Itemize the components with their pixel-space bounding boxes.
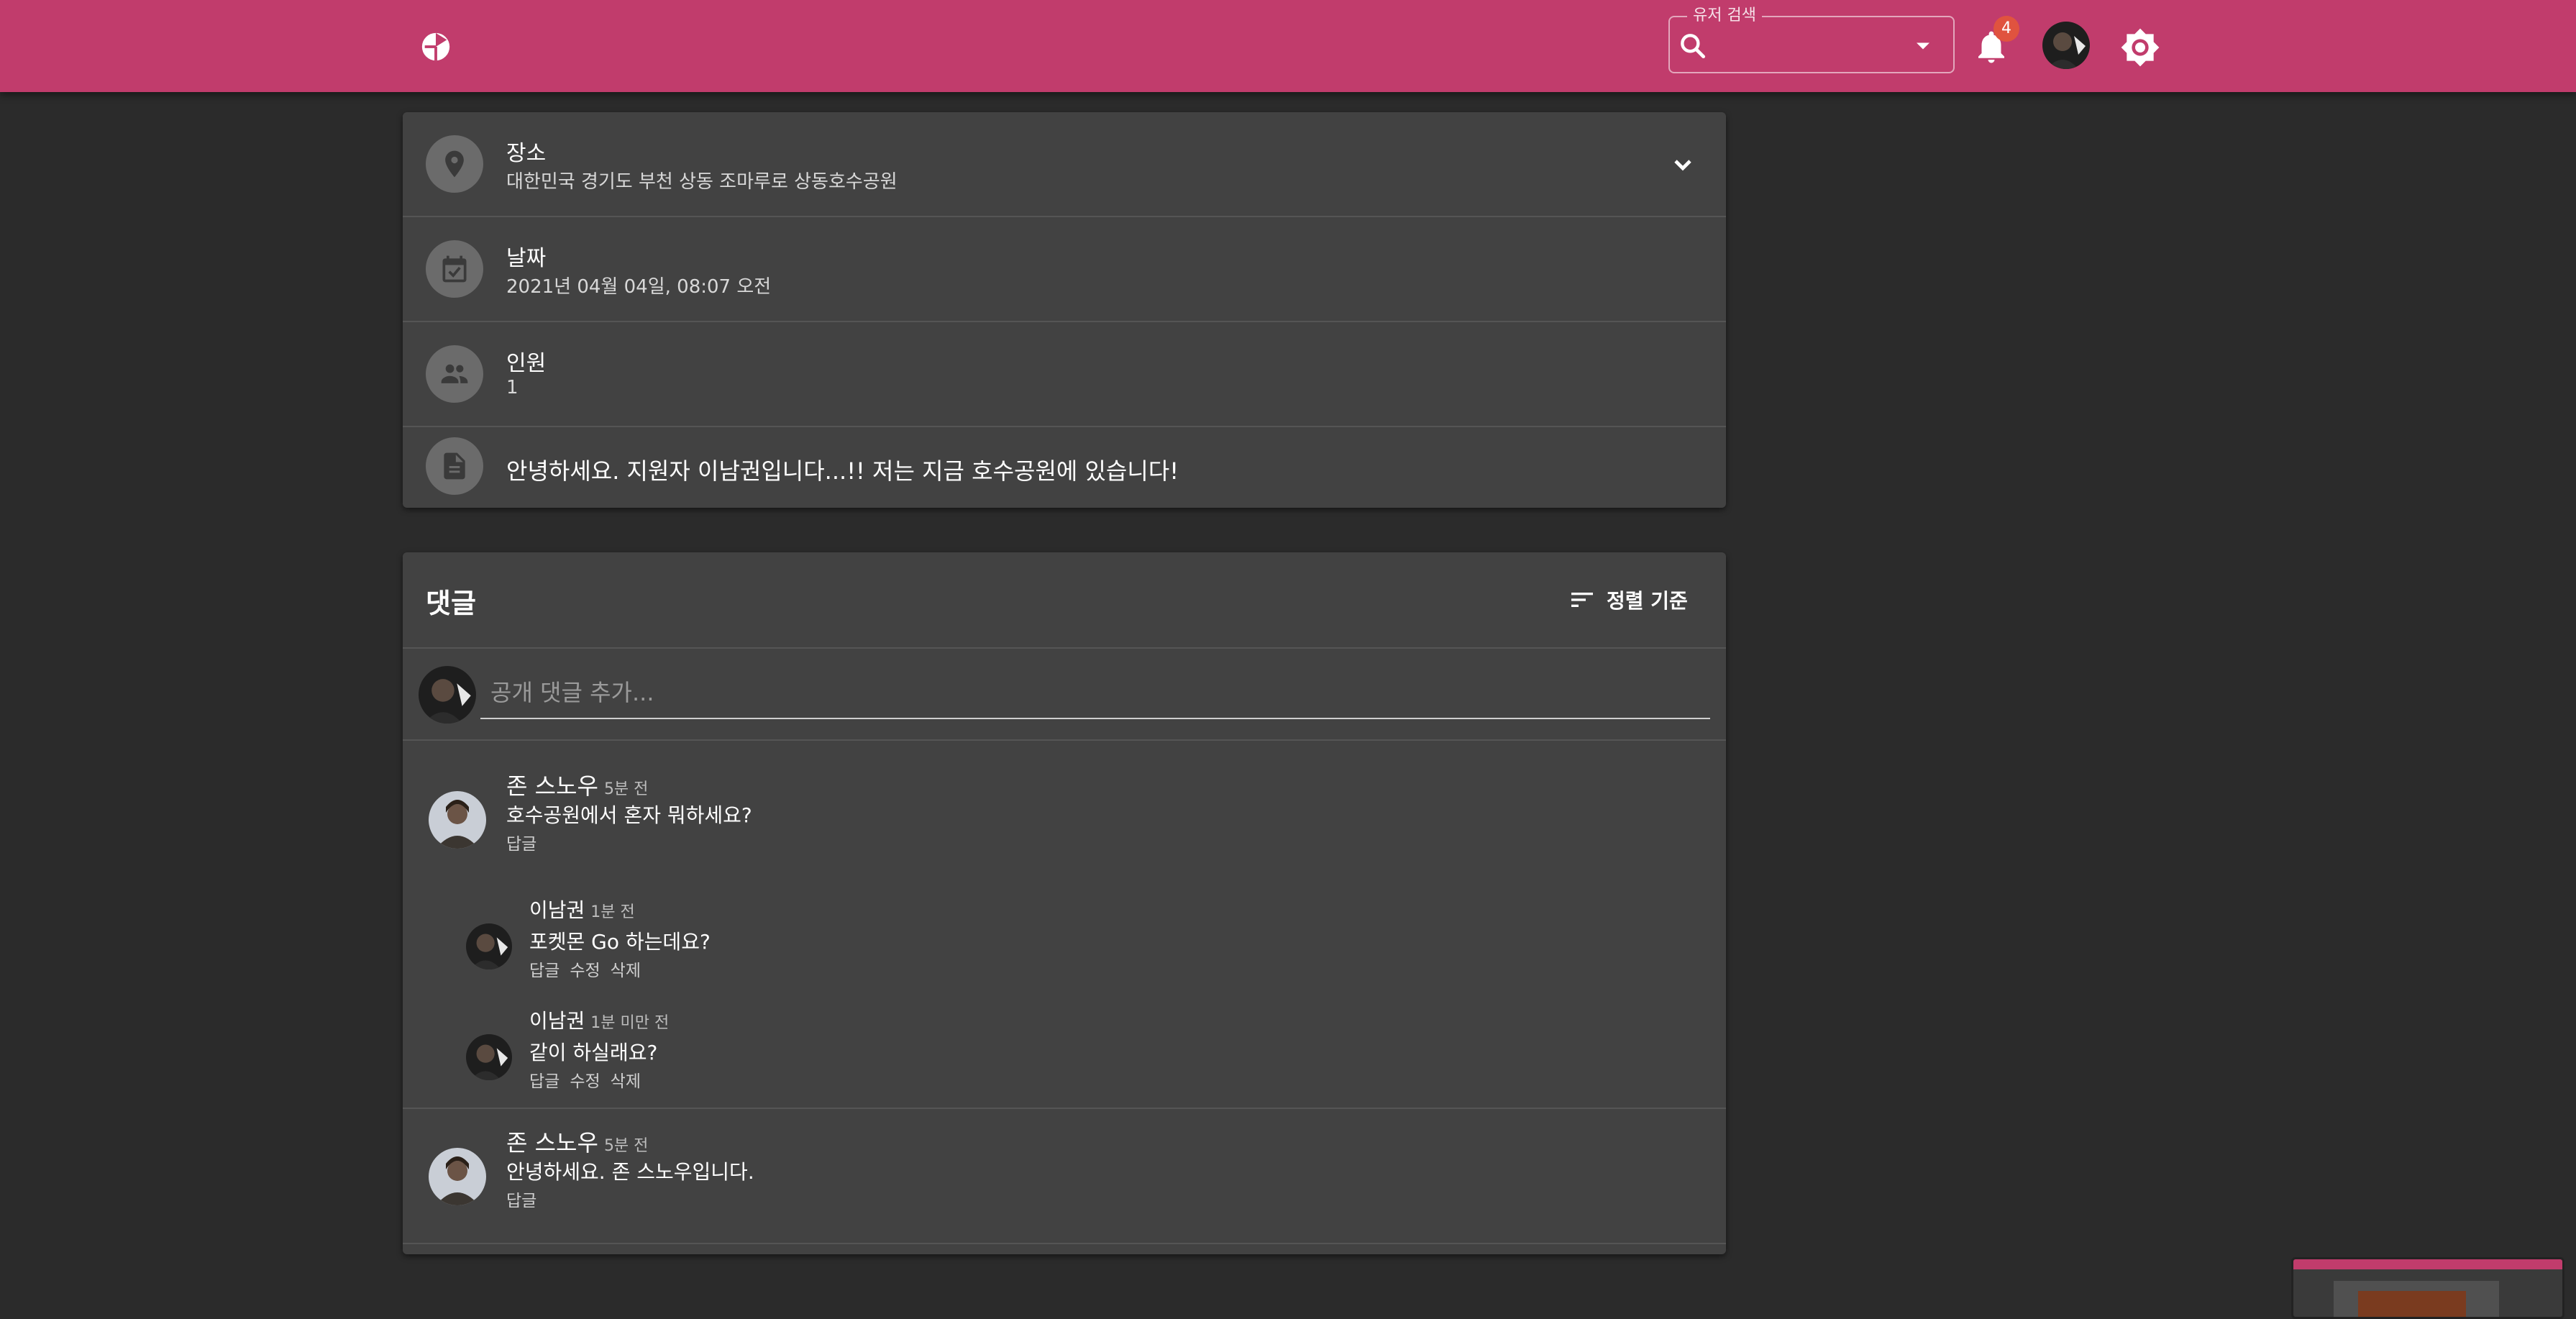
divider	[403, 1243, 1726, 1244]
description-icon-circle	[426, 437, 483, 495]
reply-button[interactable]: 답글	[529, 962, 559, 980]
reply-item: 이남권 1분 전 포켓몬 Go 하는데요? 답글 수정 삭제	[403, 895, 1726, 981]
people-value: 1	[506, 377, 519, 398]
brightness-icon[interactable]	[2120, 27, 2160, 68]
comment-item: 존 스노우 5분 전 안녕하세요. 존 스노우입니다. 답글	[403, 1125, 1726, 1211]
place-icon-circle	[426, 135, 483, 193]
people-label: 인원	[506, 351, 547, 376]
window-thumbnail[interactable]	[2291, 1257, 2564, 1319]
date-icon-circle	[426, 240, 483, 298]
reply-avatar[interactable]	[466, 923, 512, 969]
comment-author-name[interactable]: 존 스노우	[506, 772, 598, 800]
place-label: 장소	[506, 141, 547, 166]
reply-item: 이남권 1분 미만 전 같이 하실래요? 답글 수정 삭제	[403, 1005, 1726, 1092]
logo-icon[interactable]	[419, 30, 452, 63]
date-label: 날짜	[506, 246, 547, 271]
reply-button[interactable]: 답글	[506, 835, 536, 854]
date-value: 2021년 04월 04일, 08:07 오전	[506, 276, 772, 298]
place-value: 대한민국 경기도 부천 상동 조마루로 상동호수공원	[506, 171, 898, 193]
delete-button[interactable]: 삭제	[611, 1072, 641, 1091]
divider	[403, 1108, 1726, 1109]
comment-author[interactable]: 존 스노우 5분 전	[506, 768, 648, 801]
reply-author-name[interactable]: 이남권	[529, 898, 585, 922]
reply-time: 1분 전	[590, 903, 635, 921]
calendar-check-icon	[442, 255, 467, 283]
description-row: 안녕하세요. 지원자 이남권입니다...!! 저는 지금 호수공원에 있습니다!	[403, 427, 1726, 508]
comment-actions: 답글	[506, 830, 547, 854]
comment-avatar[interactable]	[429, 791, 486, 849]
people-row: 인원 1	[403, 322, 1726, 427]
divider	[403, 647, 1726, 649]
sort-button[interactable]: 정렬 기준	[1568, 580, 1712, 620]
comments-card: 댓글 정렬 기준 존 스노우 5분 전	[403, 552, 1726, 1254]
notification-badge: 4	[1993, 16, 2019, 42]
user-search-field[interactable]: 유저 검색	[1668, 7, 1955, 73]
comment-time: 5분 전	[603, 1137, 649, 1155]
sort-icon	[1571, 593, 1593, 607]
edit-button[interactable]: 수정	[570, 962, 600, 980]
reply-author-name[interactable]: 이남권	[529, 1009, 585, 1033]
app-bar: 유저 검색 4	[0, 0, 2576, 92]
comment-author[interactable]: 존 스노우 5분 전	[506, 1125, 648, 1158]
reply-text: 포켓몬 Go 하는데요?	[529, 930, 711, 954]
user-search-label: 유저 검색	[1687, 7, 1762, 24]
thumbnail-bar	[2293, 1259, 2562, 1269]
description-text: 안녕하세요. 지원자 이남권입니다...!! 저는 지금 호수공원에 있습니다!	[506, 457, 1179, 485]
reply-time: 1분 미만 전	[590, 1014, 670, 1032]
comment-author-name[interactable]: 존 스노우	[506, 1129, 598, 1156]
reply-avatar[interactable]	[466, 1034, 512, 1080]
comment-time: 5분 전	[603, 780, 649, 798]
date-row: 날짜 2021년 04월 04일, 08:07 오전	[403, 217, 1726, 322]
reply-actions: 답글 수정 삭제	[529, 957, 651, 981]
comment-avatar[interactable]	[429, 1148, 486, 1205]
thumbnail-image	[2358, 1291, 2466, 1317]
delete-button[interactable]: 삭제	[611, 962, 641, 980]
sort-label: 정렬 기준	[1607, 589, 1688, 613]
reply-text: 같이 하실래요?	[529, 1041, 658, 1064]
reply-author[interactable]: 이남권 1분 미만 전	[529, 1005, 669, 1034]
new-comment-input[interactable]	[480, 667, 1710, 719]
divider	[403, 739, 1726, 741]
location-pin-icon	[445, 150, 464, 178]
search-icon	[1681, 34, 1706, 59]
reply-author[interactable]: 이남권 1분 전	[529, 895, 635, 923]
reply-button[interactable]: 답글	[506, 1192, 536, 1210]
chevron-down-icon[interactable]	[1666, 148, 1700, 183]
avatar	[419, 666, 476, 724]
post-info-card: 장소 대한민국 경기도 부천 상동 조마루로 상동호수공원 날짜 2021년 0…	[403, 112, 1726, 508]
comments-title: 댓글	[426, 588, 476, 619]
comment-text: 호수공원에서 혼자 뭐하세요?	[506, 803, 752, 827]
avatar[interactable]	[2042, 22, 2090, 69]
user-search-input[interactable]	[1717, 27, 1900, 65]
edit-button[interactable]: 수정	[570, 1072, 600, 1091]
comment-text: 안녕하세요. 존 스노우입니다.	[506, 1160, 754, 1184]
reply-button[interactable]: 답글	[529, 1072, 559, 1091]
document-icon	[444, 452, 465, 480]
people-icon	[441, 364, 468, 383]
reply-actions: 답글 수정 삭제	[529, 1067, 651, 1092]
comment-actions: 답글	[506, 1187, 547, 1211]
place-row: 장소 대한민국 경기도 부천 상동 조마루로 상동호수공원	[403, 112, 1726, 217]
dropdown-arrow-icon[interactable]	[1910, 33, 1936, 59]
comment-item: 존 스노우 5분 전 호수공원에서 혼자 뭐하세요? 답글	[403, 768, 1726, 854]
people-icon-circle	[426, 345, 483, 403]
